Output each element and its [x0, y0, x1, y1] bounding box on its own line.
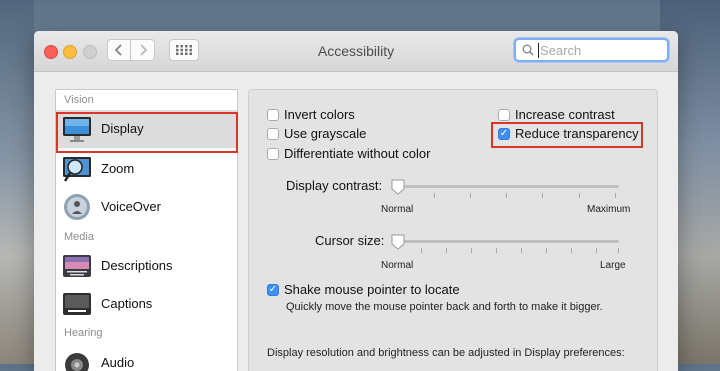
zoom-icon	[63, 157, 91, 182]
tick	[446, 248, 447, 253]
sidebar-item-label: Audio	[101, 355, 135, 370]
checkbox-label: Shake mouse pointer to locate	[284, 282, 460, 297]
captions-icon	[63, 293, 91, 315]
checkbox-box	[267, 127, 279, 140]
search-placeholder: Search	[540, 43, 582, 58]
display-contrast-track[interactable]	[398, 185, 619, 188]
checkmark-icon: ✓	[267, 283, 279, 296]
checkbox-label: Use grayscale	[284, 126, 367, 141]
tick	[596, 248, 597, 253]
differentiate-without-color-checkbox[interactable]: Differentiate without color	[267, 146, 430, 161]
tick	[579, 193, 580, 198]
sidebar-item-label: Descriptions	[101, 258, 173, 273]
magnifier-icon	[522, 44, 534, 56]
display-contrast-max-label: Maximum	[587, 204, 631, 215]
display-preferences-note: Display resolution and brightness can be…	[267, 347, 625, 359]
search-field[interactable]: Search	[514, 38, 669, 62]
audio-icon	[65, 353, 89, 371]
section-hearing: Hearing	[64, 327, 103, 339]
tick	[615, 193, 616, 198]
tick	[434, 193, 435, 198]
desktop-background-left	[0, 0, 34, 364]
shake-mouse-pointer-checkbox[interactable]: ✓ Shake mouse pointer to locate	[267, 282, 460, 297]
cursor-size-track[interactable]	[398, 240, 619, 243]
sidebar-item-descriptions[interactable]: Descriptions	[56, 247, 237, 285]
checkbox-label: Increase contrast	[515, 107, 615, 122]
cursor-size-min-label: Normal	[381, 260, 414, 271]
display-contrast-label: Display contrast:	[286, 178, 383, 193]
sidebar-item-label: Zoom	[101, 161, 135, 176]
checkbox-label: Invert colors	[284, 107, 355, 122]
highlight-reduce-transparency	[491, 122, 643, 148]
descriptions-icon	[63, 255, 91, 277]
text-caret	[538, 43, 539, 58]
display-contrast-slider-thumb[interactable]	[391, 179, 405, 195]
invert-colors-checkbox[interactable]: Invert colors	[267, 107, 355, 122]
checkbox-box	[498, 108, 510, 121]
voiceover-icon	[64, 194, 90, 220]
tick	[471, 248, 472, 253]
checkbox-label: Differentiate without color	[284, 146, 431, 161]
tick	[496, 248, 497, 253]
tick	[546, 248, 547, 253]
section-vision: Vision	[64, 94, 94, 106]
shake-description: Quickly move the mouse pointer back and …	[286, 301, 603, 313]
sidebar-item-captions[interactable]: Captions	[56, 285, 237, 323]
cursor-size-max-label: Large	[600, 260, 626, 271]
increase-contrast-checkbox[interactable]: Increase contrast	[498, 107, 615, 122]
cursor-size-label: Cursor size:	[315, 233, 385, 248]
use-grayscale-checkbox[interactable]: Use grayscale	[267, 126, 366, 141]
highlight-display-item	[56, 112, 238, 153]
section-media: Media	[64, 231, 94, 243]
tick	[506, 193, 507, 198]
cursor-size-slider-thumb[interactable]	[391, 234, 405, 250]
sidebar-item-label: Captions	[101, 296, 153, 311]
sidebar-item-voiceover[interactable]: VoiceOver	[56, 188, 237, 226]
checkbox-box	[267, 108, 279, 121]
tick	[571, 248, 572, 253]
display-contrast-min-label: Normal	[381, 204, 414, 215]
tick	[470, 193, 471, 198]
sidebar-item-label: VoiceOver	[101, 199, 161, 214]
tick	[618, 248, 619, 253]
accessibility-window: Accessibility Search Vision Display Zoom…	[34, 31, 678, 371]
checkbox-box	[267, 147, 279, 160]
sidebar-item-zoom[interactable]: Zoom	[56, 150, 237, 188]
tick	[542, 193, 543, 198]
sidebar-item-audio[interactable]: Audio	[56, 344, 237, 371]
titlebar: Accessibility Search	[34, 31, 678, 72]
tick	[521, 248, 522, 253]
tick	[421, 248, 422, 253]
